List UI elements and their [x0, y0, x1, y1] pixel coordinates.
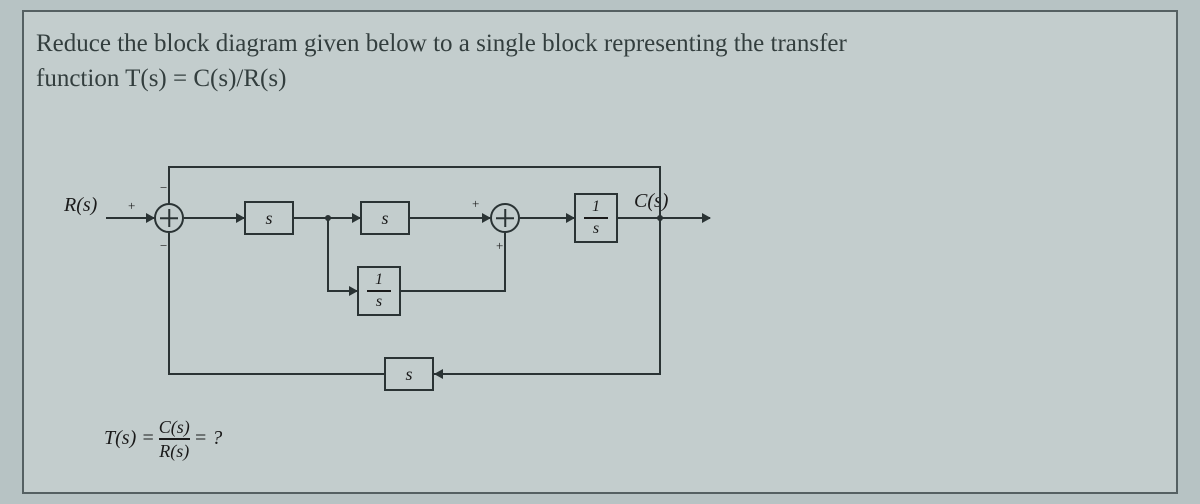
wire-h1-up	[504, 233, 506, 292]
block-h1-num: 1	[375, 272, 383, 288]
arrow-h2-block	[434, 369, 443, 379]
wire-h2-left-seg	[168, 373, 384, 375]
block-diagram: R(s) + − − s s + +	[62, 138, 762, 478]
wire-g2-sum2	[410, 217, 490, 219]
block-g3: 1 s	[574, 193, 618, 243]
sum2-sign-bottom: +	[496, 238, 503, 254]
equation: T(s) = C(s) R(s) = ?	[104, 418, 222, 460]
wire-outer-fb-top	[168, 166, 660, 168]
sum1-sign-left: +	[128, 198, 135, 214]
eq-frac-num: C(s)	[159, 418, 190, 436]
eq-frac-bar	[159, 438, 190, 440]
block-h1-bar	[367, 290, 391, 292]
wire-g3-out	[618, 217, 710, 219]
block-g1-label: s	[265, 208, 272, 229]
eq-lhs: T(s) =	[104, 427, 155, 450]
eq-frac: C(s) R(s)	[159, 418, 190, 460]
wire-outer-fb-right	[659, 166, 661, 218]
prompt-line-2: function T(s) = C(s)/R(s)	[36, 65, 286, 92]
prompt-line-1: Reduce the block diagram given below to …	[36, 30, 847, 57]
block-g3-num: 1	[592, 199, 600, 215]
block-g2-label: s	[381, 208, 388, 229]
wire-h2-right-seg	[434, 373, 661, 375]
wire-h1-down	[327, 218, 329, 290]
block-h2-label: s	[405, 364, 412, 385]
wire-h2-up	[168, 233, 170, 375]
prompt-text: Reduce the block diagram given below to …	[36, 26, 1156, 96]
input-label: R(s)	[64, 194, 97, 217]
wire-sum1-g1	[184, 217, 244, 219]
block-h2: s	[384, 357, 434, 391]
sum1-sign-bottom: −	[160, 238, 167, 254]
summing-junction-2	[490, 203, 520, 233]
block-g2: s	[360, 201, 410, 235]
summing-junction-1	[154, 203, 184, 233]
question-frame: Reduce the block diagram given below to …	[22, 10, 1178, 494]
block-g3-bar	[584, 217, 608, 219]
output-label: C(s)	[634, 190, 668, 213]
eq-frac-den: R(s)	[159, 442, 189, 460]
sum2-sign-left: +	[472, 196, 479, 212]
sum1-sign-top: −	[160, 180, 167, 196]
block-h1-den: s	[376, 294, 382, 310]
block-g3-den: s	[593, 221, 599, 237]
block-h1: 1 s	[357, 266, 401, 316]
wire-outer-fb-left	[168, 166, 170, 204]
eq-rhs: = ?	[194, 427, 223, 450]
arrow-output	[702, 213, 711, 223]
block-g1: s	[244, 201, 294, 235]
wire-h1-out	[401, 290, 504, 292]
wire-h2-down	[659, 218, 661, 374]
